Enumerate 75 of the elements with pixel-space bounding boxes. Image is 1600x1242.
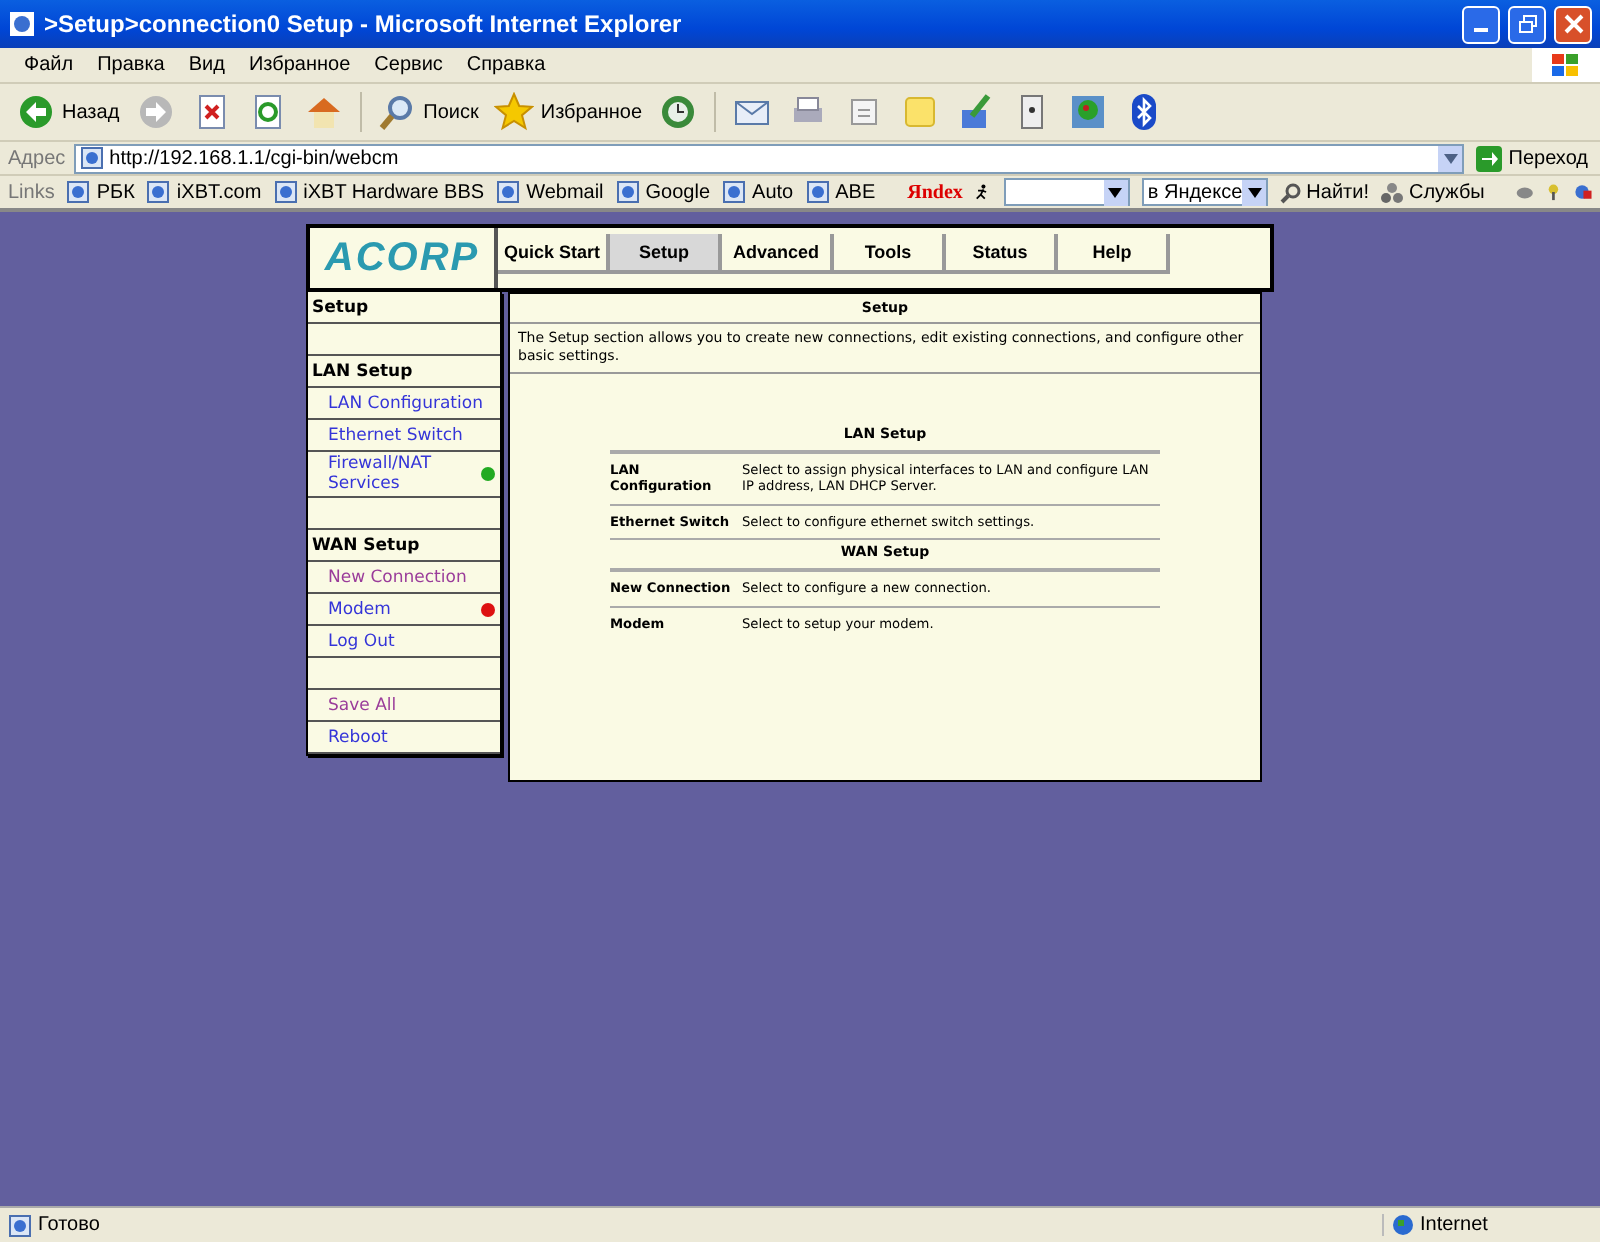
link-button[interactable]: iXBT.com — [146, 180, 262, 204]
restore-button[interactable] — [1508, 5, 1546, 43]
nav-tab[interactable]: Advanced — [722, 234, 834, 274]
menu-item[interactable]: Вид — [176, 54, 237, 76]
nav-tab[interactable]: Quick Start — [498, 234, 610, 274]
go-arrow-icon — [1476, 145, 1503, 171]
toolbar-button[interactable]: Поиск — [373, 90, 483, 134]
menu-item[interactable]: Сервис — [362, 54, 455, 76]
runner-icon — [974, 180, 992, 204]
address-label: Адрес — [8, 147, 66, 169]
toolbar-button[interactable]: Избранное — [490, 90, 647, 134]
sidebar-link[interactable]: Log Out — [328, 631, 395, 651]
page-icon — [273, 180, 298, 204]
nav-tab[interactable]: Setup — [610, 234, 722, 274]
section-heading: LAN Setup — [308, 356, 500, 388]
link-button[interactable]: Webmail — [496, 180, 604, 204]
section-heading: WAN Setup — [308, 530, 500, 562]
search-field[interactable] — [1003, 178, 1130, 206]
close-button[interactable] — [1554, 5, 1592, 43]
page-icon — [615, 180, 640, 204]
nav-tab[interactable]: Help — [1058, 234, 1170, 274]
page-icon — [805, 180, 830, 204]
sidebar-link[interactable]: New Connection — [328, 567, 467, 587]
status-dot — [480, 466, 496, 482]
section-heading: Setup — [308, 292, 500, 324]
link-button[interactable]: ABE — [805, 180, 876, 204]
nav-tab[interactable]: Tools — [834, 234, 946, 274]
yandex-logo: Яndex — [907, 181, 963, 203]
nav-tab[interactable]: Status — [946, 234, 1058, 274]
restore-icon — [1517, 14, 1537, 34]
windows-flag-icon — [1550, 51, 1582, 79]
sidebar-link[interactable]: Firewall/NAT Services — [328, 454, 480, 494]
sidebar-link[interactable]: LAN Configuration — [328, 393, 483, 413]
menu-item[interactable]: Правка — [85, 54, 177, 76]
page-icon — [8, 1213, 32, 1237]
go-button[interactable]: Переход — [1472, 145, 1592, 171]
star-icon — [494, 92, 535, 132]
dropdown-button[interactable] — [1103, 179, 1128, 205]
browser-icon — [8, 10, 36, 38]
scope-dropdown[interactable]: в Яндексе — [1141, 178, 1269, 206]
sidebar-link[interactable]: Ethernet Switch — [328, 425, 463, 445]
status-dot — [480, 601, 496, 617]
page-icon — [496, 180, 521, 204]
link-button[interactable]: Google — [615, 180, 711, 204]
minimize-icon — [1474, 28, 1488, 32]
menu-item[interactable]: Избранное — [236, 54, 363, 76]
toolbar-button[interactable]: Назад — [12, 90, 124, 134]
services-icon — [1380, 181, 1405, 203]
links-label: Links — [8, 181, 55, 203]
find-button[interactable]: Найти! — [1280, 181, 1369, 203]
window-title: >Setup>connection0 Setup - Microsoft Internet Explorer — [44, 10, 684, 38]
magnifier-icon — [1280, 181, 1303, 203]
menu-item[interactable]: Файл — [12, 54, 86, 76]
search-icon — [377, 92, 418, 132]
caret-icon — [1443, 153, 1458, 163]
caret-icon — [1247, 187, 1262, 197]
sidebar-link[interactable]: Save All — [328, 695, 397, 715]
menu-item[interactable]: Справка — [454, 54, 558, 76]
address-field[interactable]: http://192.168.1.1/cgi-bin/webcm — [73, 143, 1465, 173]
minimize-button[interactable] — [1462, 5, 1500, 43]
link-button[interactable]: Auto — [722, 180, 794, 204]
caret-icon — [1108, 187, 1123, 197]
zone-text: Internet — [1420, 1214, 1488, 1236]
close-icon — [1563, 14, 1583, 34]
link-button[interactable]: iXBT Hardware BBS — [273, 180, 485, 204]
services-button[interactable]: Службы — [1380, 181, 1485, 203]
page-icon — [146, 180, 171, 204]
link-button[interactable]: РБК — [66, 180, 135, 204]
page-icon — [79, 146, 104, 170]
sidebar-link[interactable]: Reboot — [328, 727, 388, 747]
page-icon — [722, 180, 747, 204]
sidebar-link[interactable]: Modem — [328, 599, 391, 619]
page-icon — [66, 180, 91, 204]
status-text: Готово — [38, 1214, 100, 1236]
globe-icon — [1392, 1214, 1414, 1236]
